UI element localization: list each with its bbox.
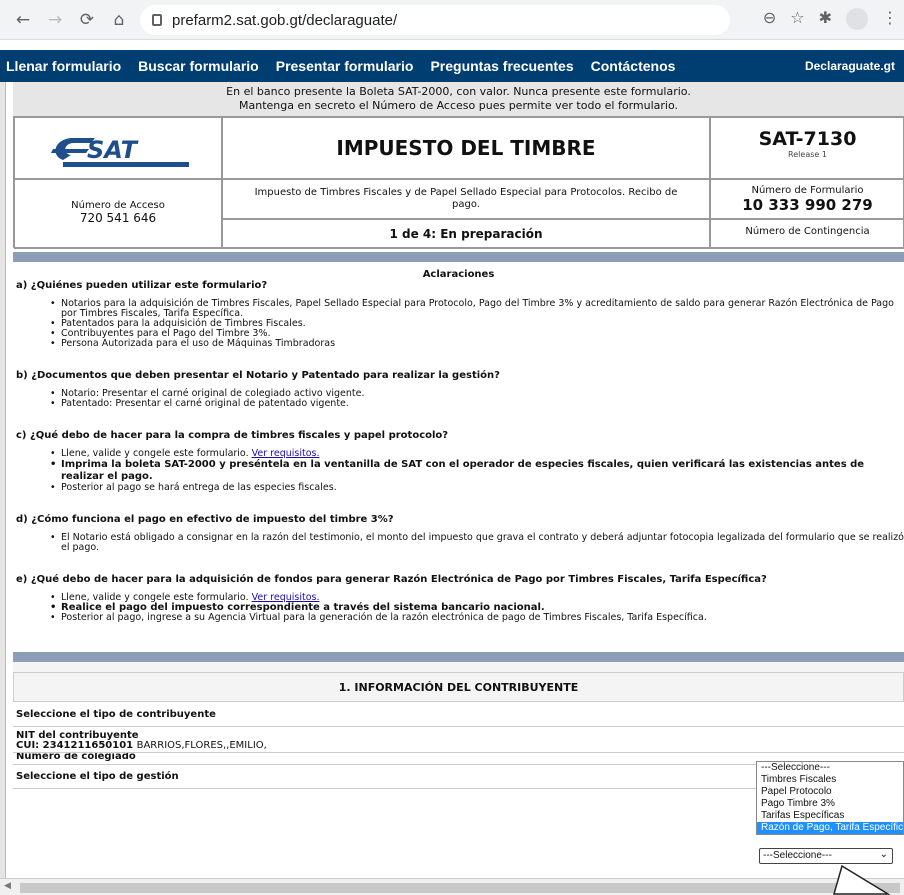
access-label: Número de Acceso: [71, 200, 165, 211]
home-icon[interactable]: ⌂: [108, 10, 130, 30]
menu-icon[interactable]: ⋮: [882, 8, 898, 30]
site-nav: Llenar formulario Buscar formulario Pres…: [0, 50, 904, 82]
cui-name: BARRIOS,FLORES,,EMILIO,: [136, 740, 267, 751]
taxpayer-type-row: Seleccione el tipo de contribuyente: [13, 702, 904, 727]
chevron-down-icon: ⌄: [879, 849, 888, 860]
nav-preguntas-frecuentes[interactable]: Preguntas frecuentes: [430, 58, 573, 74]
taxpayer-type-dropdown-list[interactable]: ---Seleccione--- Timbres Fiscales Papel …: [756, 761, 904, 835]
list-item: Llene, valide y congele este formulario.…: [50, 448, 904, 460]
list-item: Posterior al pago, ingrese a su Agencia …: [50, 613, 904, 624]
profile-avatar-icon[interactable]: [846, 8, 868, 30]
nav-contactenos[interactable]: Contáctenos: [591, 58, 676, 74]
mouse-cursor-icon: [833, 864, 891, 895]
list-item: Notarios para la adquisición de Timbres …: [50, 299, 904, 319]
logo-cell: SAT: [14, 117, 222, 179]
clarifications-title: Aclaraciones: [422, 269, 495, 280]
section-divider: [13, 652, 904, 662]
form-state: 1 de 4: En preparación: [222, 219, 710, 249]
address-bar[interactable]: prefarm2.sat.gob.gt/declaraguate/: [140, 5, 730, 35]
left-edge: [0, 82, 6, 895]
nav-presentar-formulario[interactable]: Presentar formulario: [276, 58, 414, 74]
dropdown-option[interactable]: Papel Protocolo: [757, 786, 903, 798]
extensions-icon[interactable]: ✱: [819, 8, 832, 30]
list-item: Posterior al pago se hará entrega de las…: [50, 483, 904, 494]
answer-b-list: Notario: Presentar el carné original de …: [50, 389, 904, 410]
form-header: SAT IMPUESTO DEL TIMBRE SAT-7130 Release…: [13, 116, 904, 249]
dropdown-option[interactable]: Timbres Fiscales: [757, 774, 903, 786]
question-d: d) ¿Cómo funciona el pago en efectivo de…: [16, 514, 394, 525]
url-text: prefarm2.sat.gob.gt/declaraguate/: [172, 11, 398, 29]
lock-icon: [152, 14, 162, 26]
sat-logo-icon: SAT: [51, 136, 189, 167]
cui-label: CUI: 2341211650101: [16, 740, 134, 751]
back-icon[interactable]: ←: [12, 10, 34, 30]
form-page: En el banco presente la Boleta SAT-2000,…: [13, 82, 904, 789]
list-item: Patentado: Presentar el carné original d…: [50, 399, 904, 410]
answer-c-list: Llene, valide y congele este formulario.…: [50, 448, 904, 494]
answer-d-list: El Notario está obligado a consignar en …: [50, 533, 904, 553]
render-gap: [13, 820, 753, 828]
browser-toolbar: ← → ⟳ ⌂ prefarm2.sat.gob.gt/declaraguate…: [0, 0, 904, 40]
dropdown-option[interactable]: Tarifas Específicas: [757, 810, 903, 822]
gestion-label: Seleccione el tipo de gestión: [16, 771, 179, 782]
form-code-cell: SAT-7130 Release 1: [710, 117, 904, 179]
forward-icon[interactable]: →: [44, 10, 66, 30]
form-release: Release 1: [788, 150, 827, 159]
reload-icon[interactable]: ⟳: [76, 10, 98, 30]
scroll-left-icon[interactable]: ◀: [4, 881, 11, 891]
dropdown-option-highlighted[interactable]: Razón de Pago, Tarifa Específica: [757, 822, 903, 834]
svg-text:SAT: SAT: [87, 136, 139, 164]
notice-line-2: Mantenga en secreto el Número de Acceso …: [238, 99, 679, 112]
clarifications: Aclaraciones a) ¿Quiénes pueden utilizar…: [13, 269, 904, 623]
gestion-select[interactable]: ---Seleccione--- ⌄: [759, 848, 893, 864]
form-code: SAT-7130: [758, 128, 857, 150]
nit-row: NIT del contribuyente CUI: 2341211650101…: [13, 727, 904, 753]
question-e: e) ¿Qué debo de hacer para la adquisició…: [16, 574, 767, 585]
notice-banner: En el banco presente la Boleta SAT-2000,…: [13, 82, 904, 116]
access-number: 720 541 646: [79, 211, 157, 225]
dropdown-option[interactable]: ---Seleccione---: [757, 762, 903, 774]
list-item: El Notario está obligado a consignar en …: [50, 533, 904, 553]
gestion-selected: ---Seleccione---: [763, 850, 832, 861]
question-a: a) ¿Quiénes pueden utilizar este formula…: [16, 280, 268, 291]
answer-a-list: Notarios para la adquisición de Timbres …: [50, 299, 904, 350]
list-item: Persona Autorizada para el uso de Máquin…: [50, 339, 904, 350]
zoom-icon[interactable]: ⊖: [763, 8, 776, 30]
scrollbar-thumb[interactable]: [20, 883, 900, 893]
form-number: 10 333 990 279: [742, 196, 873, 214]
notice-line-1: En el banco presente la Boleta SAT-2000,…: [226, 85, 691, 98]
form-title: IMPUESTO DEL TIMBRE: [222, 117, 710, 179]
answer-e-list: Llene, valide y congele este formulario.…: [50, 593, 904, 624]
colegiado-label: Número de colegiado: [16, 753, 136, 762]
nav-buscar-formulario[interactable]: Buscar formulario: [138, 58, 259, 74]
nav-llenar-formulario[interactable]: Llenar formulario: [6, 58, 121, 74]
section-1-title: 1. INFORMACIÓN DEL CONTRIBUYENTE: [13, 672, 904, 702]
access-cell: Número de Acceso 720 541 646: [14, 179, 222, 249]
taxpayer-type-label: Seleccione el tipo de contribuyente: [16, 709, 216, 720]
form-description: Impuesto de Timbres Fiscales y de Papel …: [222, 179, 710, 219]
nav-brand[interactable]: Declaraguate.gt: [805, 59, 895, 73]
form-number-cell: Número de Formulario 10 333 990 279: [710, 179, 904, 219]
form-number-label: Número de Formulario: [751, 185, 864, 196]
question-c: c) ¿Qué debo de hacer para la compra de …: [16, 430, 449, 441]
section-divider: [13, 252, 904, 262]
dropdown-option[interactable]: Pago Timbre 3%: [757, 798, 903, 810]
requirements-link[interactable]: Ver requisitos.: [252, 448, 320, 459]
question-b: b) ¿Documentos que deben presentar el No…: [16, 370, 500, 381]
contingency-label: Número de Contingencia: [710, 219, 904, 249]
horizontal-scrollbar[interactable]: ◀: [0, 878, 904, 895]
list-item: Imprima la boleta SAT-2000 y preséntela …: [50, 459, 904, 483]
item-text: Llene, valide y congele este formulario.: [61, 448, 249, 459]
star-icon[interactable]: ☆: [790, 8, 804, 30]
